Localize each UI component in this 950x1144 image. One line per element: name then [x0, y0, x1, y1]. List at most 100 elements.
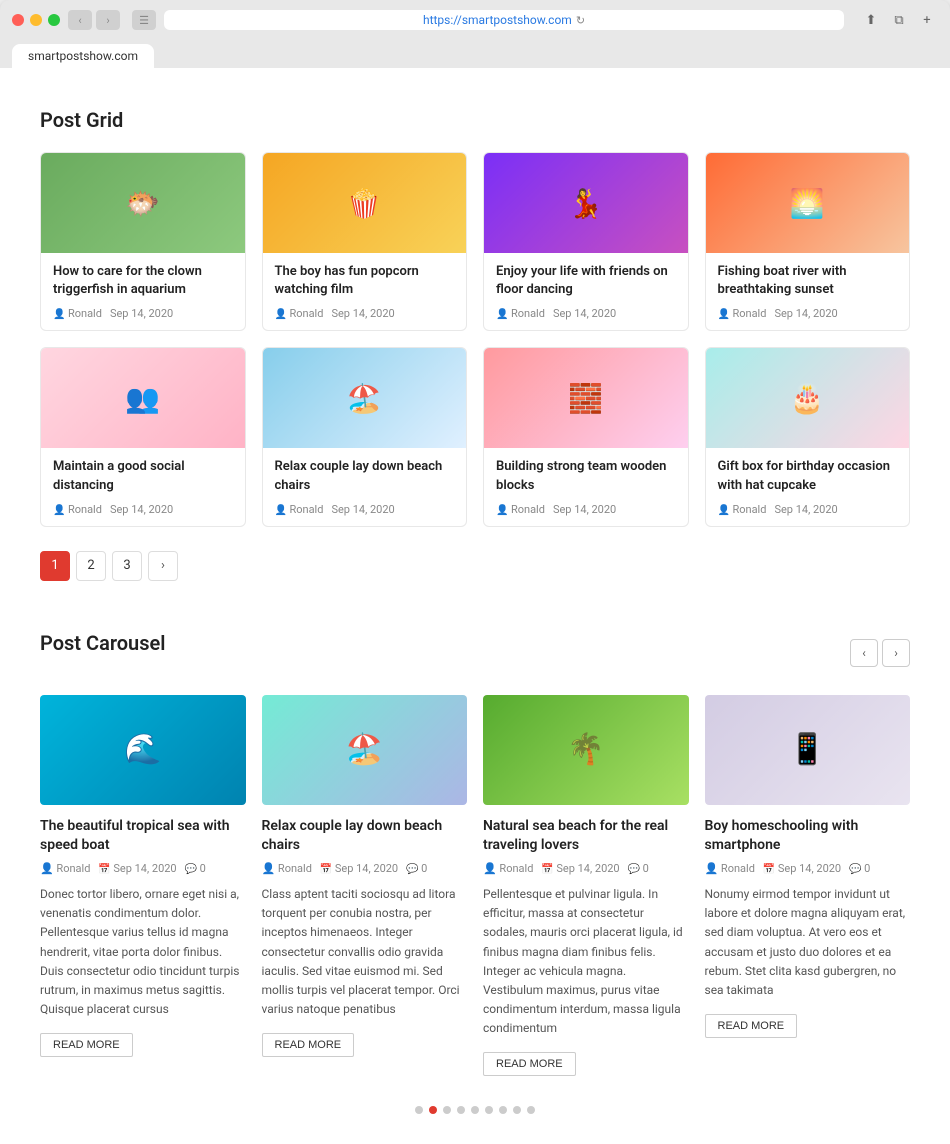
share-button[interactable]: ⬆ [860, 10, 882, 30]
carousel-card-image: 🌊 [40, 695, 246, 805]
carousel-card-image: 🌴 [483, 695, 689, 805]
carousel-dot-2[interactable] [429, 1106, 437, 1114]
carousel-comments: 0 [849, 862, 870, 875]
reload-icon[interactable]: ↻ [576, 14, 585, 27]
carousel-author: 👤 Ronald [262, 862, 312, 875]
read-more-button[interactable]: READ MORE [262, 1033, 355, 1057]
carousel-date: Sep 14, 2020 [98, 862, 176, 875]
post-card[interactable]: 💃 Enjoy your life with friends on floor … [483, 152, 689, 331]
carousel-dot-7[interactable] [499, 1106, 507, 1114]
post-grid: 🐡 How to care for the clown triggerfish … [40, 152, 910, 527]
post-card-meta: Ronald Sep 14, 2020 [53, 307, 233, 320]
carousel-date: Sep 14, 2020 [541, 862, 619, 875]
post-author: Ronald [275, 503, 324, 516]
minimize-button[interactable] [30, 14, 42, 26]
sidebar-toggle[interactable]: ☰ [132, 10, 156, 30]
carousel-comments: 0 [185, 862, 206, 875]
carousel-prev-button[interactable]: ‹ [850, 639, 878, 667]
new-tab-button[interactable]: ⧉ [888, 10, 910, 30]
pagination: 123› [40, 551, 910, 581]
read-more-button[interactable]: READ MORE [483, 1052, 576, 1076]
post-date: Sep 14, 2020 [553, 503, 616, 516]
post-card[interactable]: 🐡 How to care for the clown triggerfish … [40, 152, 246, 331]
post-author: Ronald [718, 503, 767, 516]
carousel-card-meta: 👤 Ronald Sep 14, 2020 0 [705, 862, 911, 875]
carousel-excerpt: Pellentesque et pulvinar ligula. In effi… [483, 885, 689, 1039]
carousel-excerpt: Class aptent taciti sociosqu ad litora t… [262, 885, 468, 1019]
carousel-card: 🏖️ Relax couple lay down beach chairs 👤 … [262, 695, 468, 1077]
active-tab[interactable]: smartpostshow.com [12, 44, 154, 68]
post-card[interactable]: 🍿 The boy has fun popcorn watching film … [262, 152, 468, 331]
carousel-dot-8[interactable] [513, 1106, 521, 1114]
carousel-date: Sep 14, 2020 [763, 862, 841, 875]
post-author: Ronald [53, 503, 102, 516]
post-card-meta: Ronald Sep 14, 2020 [718, 503, 898, 516]
pagination-next-button[interactable]: › [148, 551, 178, 581]
post-grid-title: Post Grid [40, 108, 910, 132]
post-grid-section: Post Grid 🐡 How to care for the clown tr… [40, 108, 910, 581]
carousel-dot-4[interactable] [457, 1106, 465, 1114]
add-tab-button[interactable]: + [916, 10, 938, 30]
page-content: Post Grid 🐡 How to care for the clown tr… [0, 68, 950, 1144]
page-button-2[interactable]: 2 [76, 551, 106, 581]
post-card-image: 👥 [41, 348, 245, 448]
post-author: Ronald [718, 307, 767, 320]
address-bar[interactable]: https://smartpostshow.com ↻ [164, 10, 844, 30]
post-card[interactable]: 🎂 Gift box for birthday occasion with ha… [705, 347, 911, 526]
carousel-card-meta: 👤 Ronald Sep 14, 2020 0 [262, 862, 468, 875]
carousel-dot-5[interactable] [471, 1106, 479, 1114]
post-card-title: Fishing boat river with breathtaking sun… [718, 263, 898, 299]
post-card-image: 🎂 [706, 348, 910, 448]
page-button-3[interactable]: 3 [112, 551, 142, 581]
post-author: Ronald [53, 307, 102, 320]
carousel-card-image: 🏖️ [262, 695, 468, 805]
carousel-card-title[interactable]: Natural sea beach for the real traveling… [483, 817, 689, 856]
post-date: Sep 14, 2020 [774, 307, 837, 320]
post-author: Ronald [496, 503, 545, 516]
browser-window: ‹ › ☰ https://smartpostshow.com ↻ ⬆ ⧉ + … [0, 0, 950, 68]
maximize-button[interactable] [48, 14, 60, 26]
post-card[interactable]: 🧱 Building strong team wooden blocks Ron… [483, 347, 689, 526]
carousel-excerpt: Nonumy eirmod tempor invidunt ut labore … [705, 885, 911, 1000]
back-button[interactable]: ‹ [68, 10, 92, 30]
carousel-author: 👤 Ronald [40, 862, 90, 875]
post-date: Sep 14, 2020 [553, 307, 616, 320]
post-card[interactable]: 🏖️ Relax couple lay down beach chairs Ro… [262, 347, 468, 526]
post-author: Ronald [275, 307, 324, 320]
carousel-grid: 🌊 The beautiful tropical sea with speed … [40, 695, 910, 1077]
carousel-date: Sep 14, 2020 [320, 862, 398, 875]
carousel-card: 🌊 The beautiful tropical sea with speed … [40, 695, 246, 1077]
carousel-next-button[interactable]: › [882, 639, 910, 667]
post-card[interactable]: 🌅 Fishing boat river with breathtaking s… [705, 152, 911, 331]
post-card-meta: Ronald Sep 14, 2020 [496, 503, 676, 516]
read-more-button[interactable]: READ MORE [40, 1033, 133, 1057]
carousel-dot-3[interactable] [443, 1106, 451, 1114]
carousel-comments: 0 [628, 862, 649, 875]
post-date: Sep 14, 2020 [331, 503, 394, 516]
carousel-card-image: 📱 [705, 695, 911, 805]
post-card-image: 🐡 [41, 153, 245, 253]
carousel-card: 🌴 Natural sea beach for the real traveli… [483, 695, 689, 1077]
carousel-card-title[interactable]: Boy homeschooling with smartphone [705, 817, 911, 856]
carousel-dots [40, 1096, 910, 1114]
carousel-dot-6[interactable] [485, 1106, 493, 1114]
read-more-button[interactable]: READ MORE [705, 1014, 798, 1038]
post-date: Sep 14, 2020 [110, 307, 173, 320]
post-card[interactable]: 👥 Maintain a good social distancing Rona… [40, 347, 246, 526]
carousel-dot-9[interactable] [527, 1106, 535, 1114]
forward-button[interactable]: › [96, 10, 120, 30]
post-card-meta: Ronald Sep 14, 2020 [275, 503, 455, 516]
post-carousel-title: Post Carousel [40, 631, 165, 655]
close-button[interactable] [12, 14, 24, 26]
post-card-image: 🧱 [484, 348, 688, 448]
post-card-image: 🏖️ [263, 348, 467, 448]
page-button-1[interactable]: 1 [40, 551, 70, 581]
carousel-card-title[interactable]: The beautiful tropical sea with speed bo… [40, 817, 246, 856]
post-date: Sep 14, 2020 [110, 503, 173, 516]
post-date: Sep 14, 2020 [774, 503, 837, 516]
carousel-card-title[interactable]: Relax couple lay down beach chairs [262, 817, 468, 856]
carousel-card-meta: 👤 Ronald Sep 14, 2020 0 [40, 862, 246, 875]
url-text: https://smartpostshow.com [423, 13, 572, 27]
carousel-dot-1[interactable] [415, 1106, 423, 1114]
post-card-image: 💃 [484, 153, 688, 253]
